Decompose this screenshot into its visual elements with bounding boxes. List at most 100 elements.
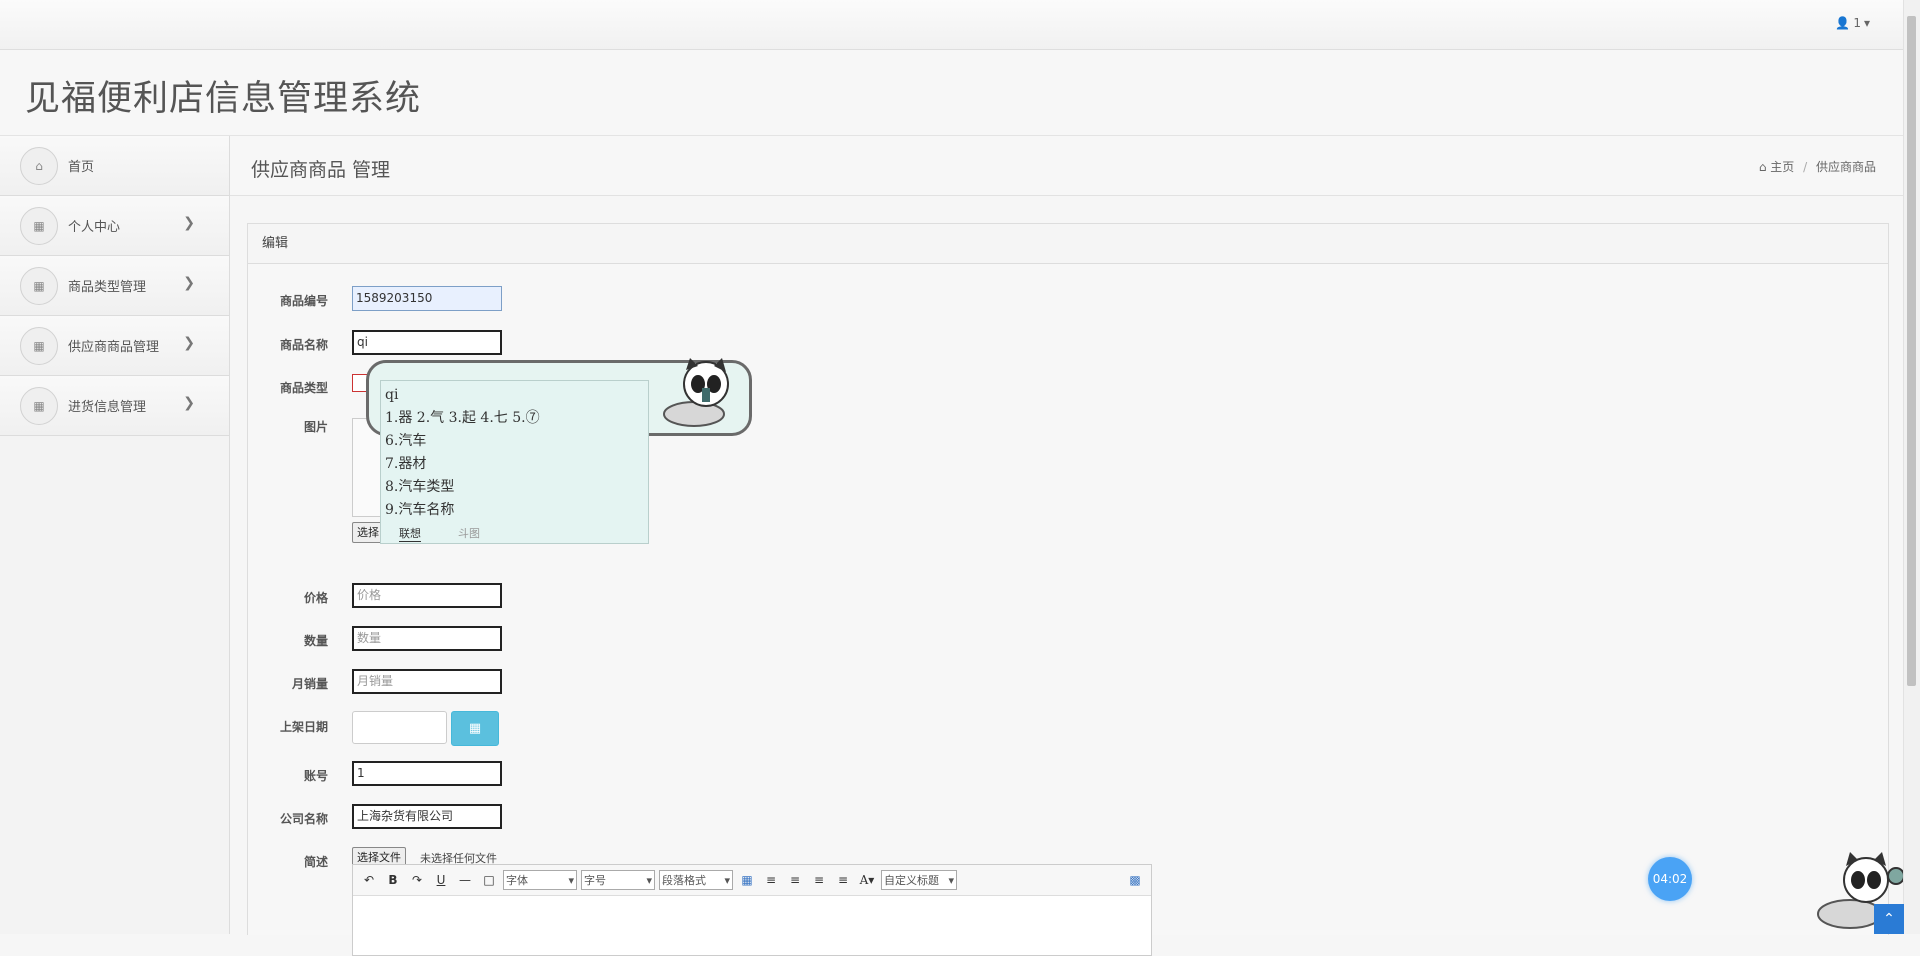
font-select-label: 字体 (506, 874, 528, 887)
sidebar-item-label: 进货信息管理 (68, 400, 147, 415)
qty-label: 数量 (303, 634, 328, 648)
date-label: 上架日期 (279, 720, 328, 734)
date-input[interactable] (352, 711, 447, 744)
code-input[interactable]: 1589203150 (352, 286, 502, 311)
account-label: 账号 (303, 769, 328, 783)
justify-icon[interactable]: ≡ (833, 870, 853, 890)
custom-title-select[interactable]: 自定义标题 ▾ (881, 870, 957, 890)
sidebar-item-label: 个人中心 (68, 220, 121, 235)
align-center-icon[interactable]: ≡ (809, 870, 829, 890)
timer-badge[interactable]: 04:02 (1648, 857, 1692, 901)
monthly-label: 月销量 (291, 677, 328, 691)
rich-text-editor[interactable]: ↶ B ↷ U — □ 字体 ▾ 字号 ▾ 段落格式 ▾ ▦ ≡ ≡ ≡ ≡ A… (352, 864, 1152, 956)
ime-candidate[interactable]: 7.器材 (385, 453, 426, 473)
price-input[interactable]: 价格 (352, 583, 502, 608)
grid-icon: ▦ (20, 266, 58, 305)
paragraph-select-label: 段落格式 (662, 874, 706, 887)
user-icon: 👤 (1835, 16, 1851, 30)
name-label: 商品名称 (279, 338, 328, 352)
ime-input-text: qi (385, 387, 399, 403)
account-input[interactable]: 1 (352, 761, 502, 786)
chevron-right-icon: ❯ (183, 335, 195, 351)
ime-candidate-row[interactable]: 1.器 2.气 3.起 4.七 5.⑦ (385, 407, 540, 427)
undo-icon[interactable]: ↶ (359, 870, 379, 890)
ime-tab-association[interactable]: 联想 (399, 525, 421, 542)
code-label: 商品编号 (279, 294, 328, 308)
page-header: 供应商商品 管理 ⌂ 主页 / 供应商商品 (230, 136, 1904, 196)
sidebar-item-personal-center[interactable]: ▦ 个人中心 ❯ (0, 196, 229, 256)
description-label: 简述 (303, 855, 328, 869)
chevron-right-icon: ❯ (183, 215, 195, 231)
ime-tabs: 联想 斗图 (381, 523, 648, 543)
ime-candidate[interactable]: 6.汽车 (385, 430, 426, 450)
ime-candidate[interactable]: 9.汽车名称 (385, 499, 454, 519)
caret-down-icon: ▾ (568, 873, 574, 887)
calendar-button[interactable]: ▦ (451, 711, 499, 746)
caret-down-icon: ▾ (724, 873, 730, 887)
custom-title-select-label: 自定义标题 (884, 874, 939, 887)
caret-down-icon: ▾ (948, 873, 954, 887)
company-input[interactable]: 上海杂货有限公司 (352, 804, 502, 829)
calendar-icon: ▦ (468, 721, 482, 736)
sidebar-item-supplier-product[interactable]: ▦ 供应商商品管理 ❯ (0, 316, 229, 376)
panel-heading: 编辑 (248, 224, 1888, 264)
paragraph-select[interactable]: 段落格式 ▾ (659, 870, 733, 890)
grid-icon: ▦ (20, 386, 58, 425)
user-menu[interactable]: 👤 1 ▾ (1835, 16, 1870, 30)
image-label: 图片 (303, 420, 328, 434)
sidebar-item-label: 供应商商品管理 (68, 340, 160, 355)
align-left-icon[interactable]: ≡ (761, 870, 781, 890)
sidebar: ⌂ 首页 ▦ 个人中心 ❯ ▦ 商品类型管理 ❯ ▦ 供应商商品管理 ❯ ▦ 进… (0, 136, 230, 934)
breadcrumb-current: 供应商商品 (1815, 160, 1876, 174)
editor-toolbar: ↶ B ↷ U — □ 字体 ▾ 字号 ▾ 段落格式 ▾ ▦ ≡ ≡ ≡ ≡ A… (353, 865, 1151, 896)
font-select[interactable]: 字体 ▾ (503, 870, 577, 890)
name-input[interactable]: qi (352, 330, 502, 355)
app-title: 见福便利店信息管理系统 (25, 79, 422, 119)
monthly-sales-input[interactable]: 月销量 (352, 669, 502, 694)
scrollbar-thumb[interactable] (1907, 16, 1916, 686)
sidebar-item-label: 首页 (68, 160, 95, 175)
underline-icon[interactable]: U (431, 870, 451, 890)
fullscreen-icon[interactable]: ▩ (1125, 870, 1145, 890)
breadcrumb: ⌂ 主页 / 供应商商品 (1759, 158, 1876, 175)
font-size-select-label: 字号 (584, 874, 606, 887)
table-icon[interactable]: ▦ (737, 870, 757, 890)
breadcrumb-separator: / (1803, 160, 1808, 174)
sidebar-item-label: 商品类型管理 (68, 280, 147, 295)
scroll-to-top-button[interactable]: ⌃ (1874, 904, 1904, 934)
home-icon: ⌂ (20, 146, 58, 185)
edit-panel: 编辑 商品编号 1589203150 商品名称 qi 商品类型 图片 选择 价格… (247, 223, 1889, 935)
chevron-up-icon: ⌃ (1883, 911, 1895, 927)
page-icon[interactable]: □ (479, 870, 499, 890)
ime-tab-sticker[interactable]: 斗图 (458, 525, 480, 541)
bold-icon[interactable]: B (383, 870, 403, 890)
price-label: 价格 (303, 591, 328, 605)
company-label: 公司名称 (279, 812, 328, 826)
font-size-select[interactable]: 字号 ▾ (581, 870, 655, 890)
ime-candidate[interactable]: 8.汽车类型 (385, 476, 454, 496)
ime-mascot-icon (650, 358, 740, 434)
align-right-icon[interactable]: ≡ (785, 870, 805, 890)
sidebar-item-purchase-info[interactable]: ▦ 进货信息管理 ❯ (0, 376, 229, 436)
font-color-icon[interactable]: A▾ (857, 870, 877, 890)
ime-candidate-window: qi 1.器 2.气 3.起 4.七 5.⑦ 6.汽车 7.器材 8.汽车类型 … (380, 380, 649, 544)
type-label: 商品类型 (279, 381, 328, 395)
top-navbar: 👤 1 ▾ (0, 0, 1904, 50)
caret-down-icon: ▾ (646, 873, 652, 887)
qty-input[interactable]: 数量 (352, 626, 502, 651)
user-menu-label: 1 (1853, 16, 1861, 30)
grid-icon: ▦ (20, 326, 58, 365)
sidebar-item-home[interactable]: ⌂ 首页 (0, 136, 229, 196)
page-scrollbar[interactable] (1903, 0, 1920, 934)
breadcrumb-home-link[interactable]: 主页 (1770, 160, 1794, 174)
page-title: 供应商商品 管理 (251, 159, 391, 181)
horizontal-rule-icon[interactable]: — (455, 870, 475, 890)
chevron-right-icon: ❯ (183, 395, 195, 411)
app-header: 见福便利店信息管理系统 (0, 50, 1904, 136)
sidebar-item-product-type[interactable]: ▦ 商品类型管理 ❯ (0, 256, 229, 316)
redo-icon[interactable]: ↷ (407, 870, 427, 890)
home-icon: ⌂ (1758, 160, 1767, 174)
grid-icon: ▦ (20, 206, 58, 245)
chevron-right-icon: ❯ (183, 275, 195, 291)
caret-down-icon: ▾ (1863, 16, 1870, 30)
